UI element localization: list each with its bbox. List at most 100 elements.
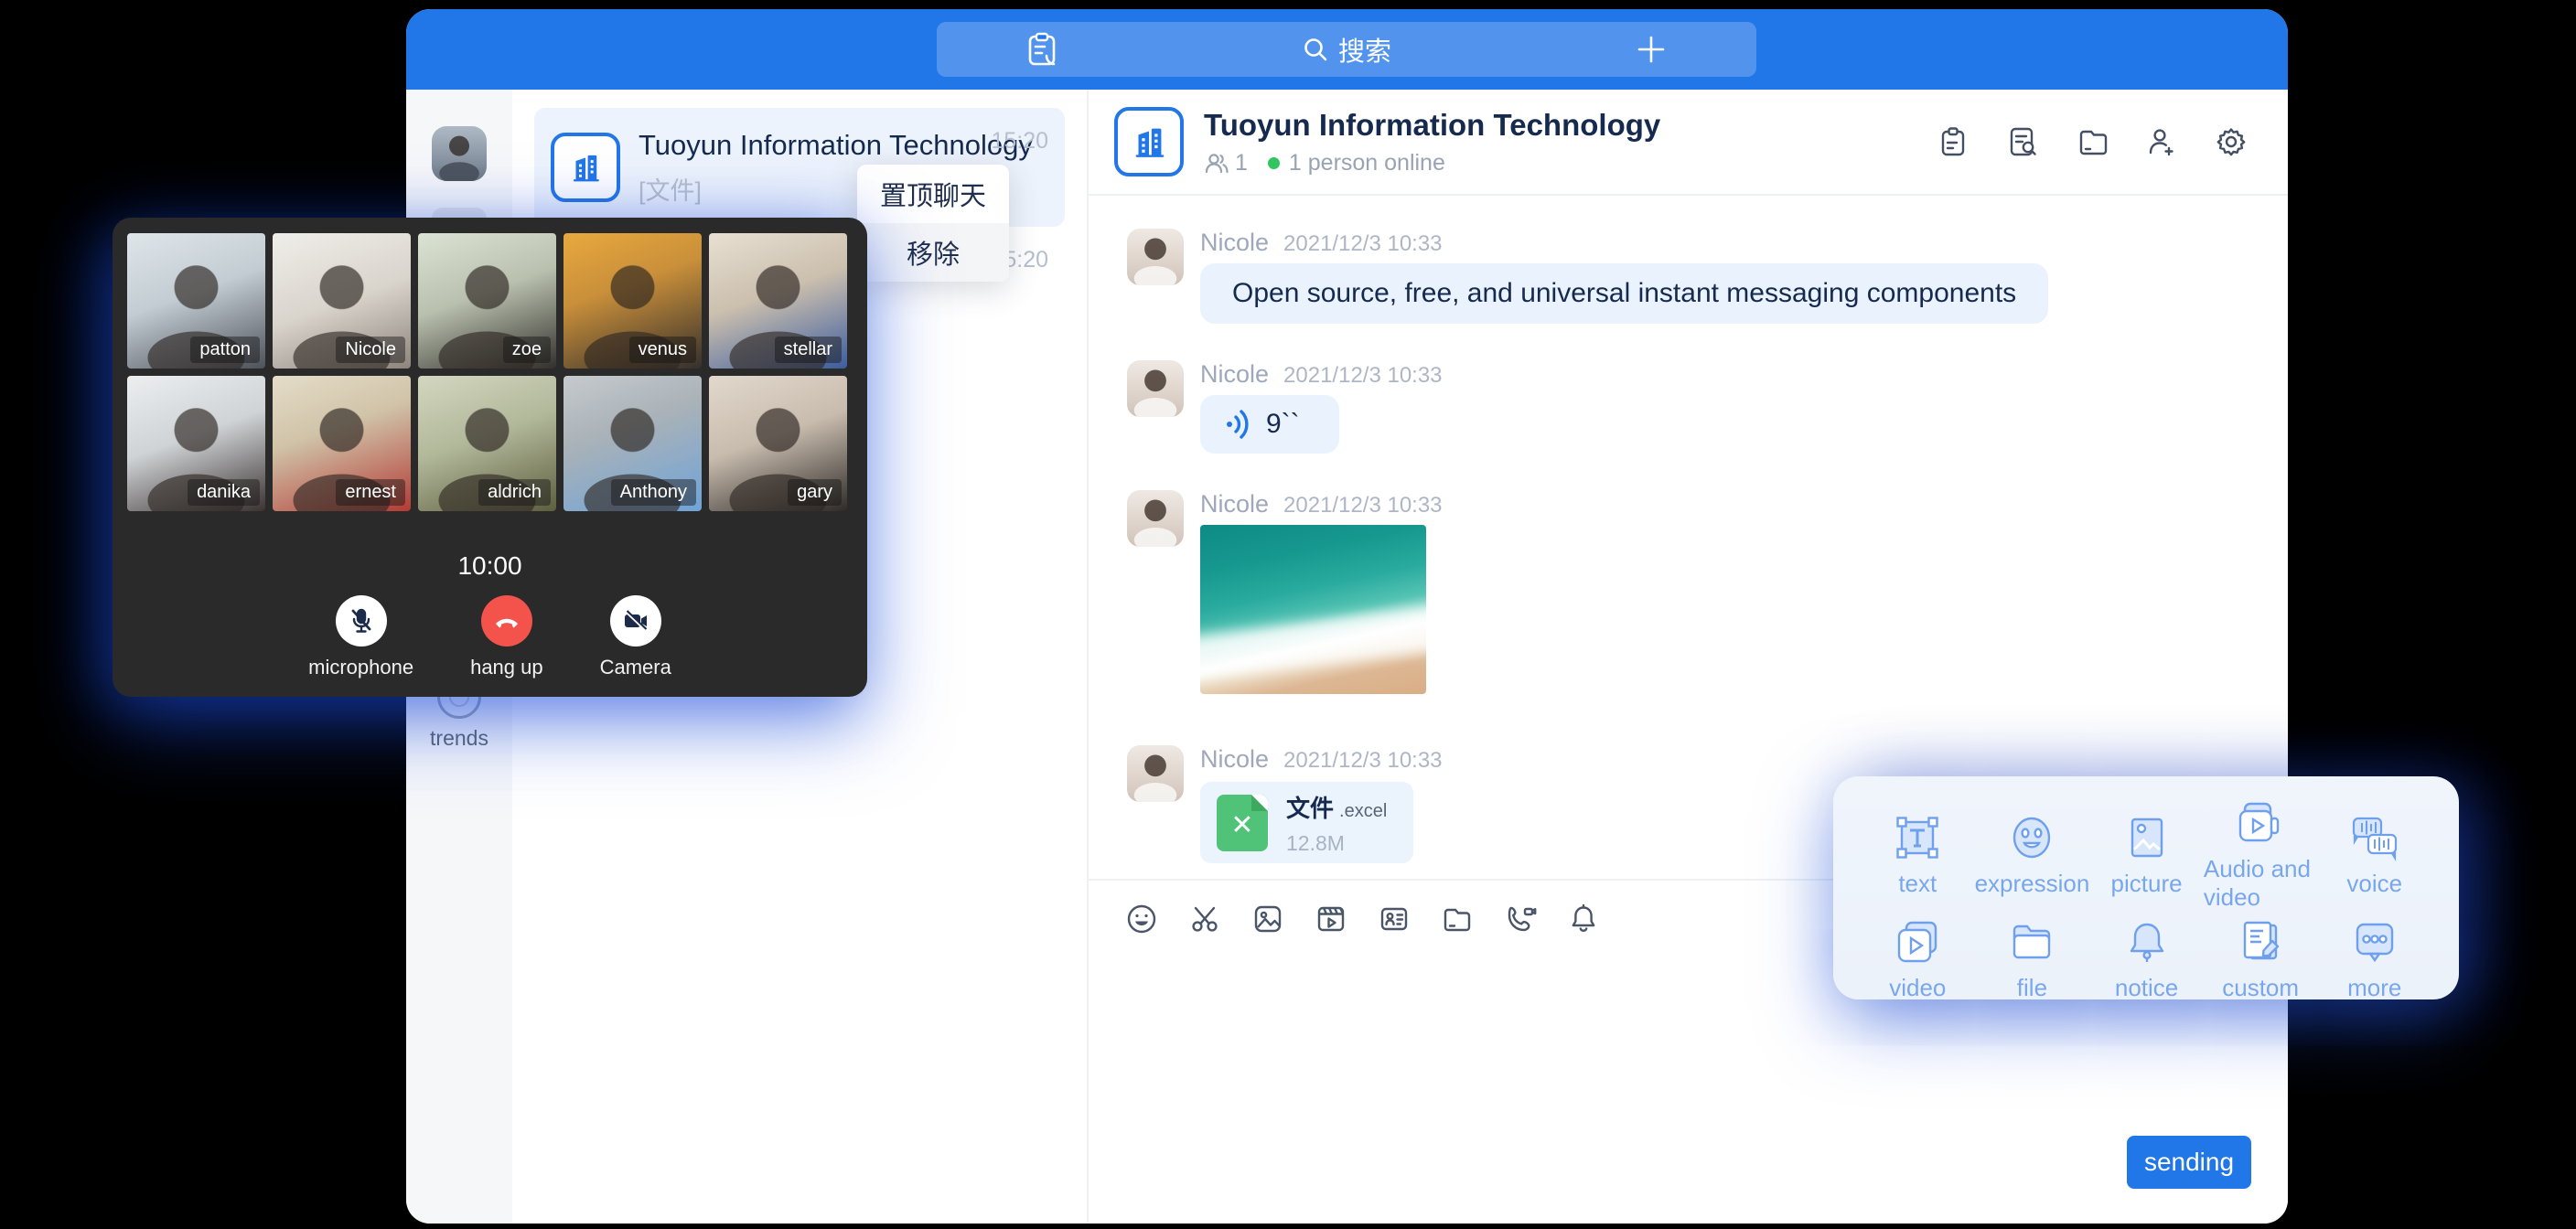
add-member-icon[interactable]: [2145, 125, 2178, 158]
participant-tile: aldrich: [418, 376, 556, 511]
send-button[interactable]: sending: [2127, 1136, 2251, 1189]
group-avatar: [551, 133, 620, 202]
emoji-icon[interactable]: [1125, 903, 1158, 935]
call-timer: 10:00: [127, 551, 853, 581]
attach-option-text[interactable]: text: [1861, 798, 1975, 912]
attach-option-expression[interactable]: expression: [1975, 798, 2090, 912]
file-size: 12.8M: [1286, 831, 1387, 856]
folder-icon[interactable]: [1441, 903, 1474, 935]
group-avatar: [1114, 107, 1184, 176]
plus-icon: [1637, 35, 1666, 64]
menu-item-pin-chat[interactable]: 置顶聊天: [857, 165, 1009, 223]
voice-wave-icon: [1224, 409, 1251, 440]
participant-tile: ernest: [273, 376, 411, 511]
image-icon[interactable]: [1251, 903, 1284, 935]
attach-option-label: Audio and video: [2204, 855, 2318, 912]
attach-option-label: text: [1898, 870, 1937, 898]
attach-option-label: notice: [2115, 974, 2178, 1002]
file-bubble[interactable]: 文件.excel 12.8M: [1200, 782, 1413, 863]
chat-header-actions: [1937, 125, 2248, 158]
image-bubble-beach-photo[interactable]: [1200, 525, 1426, 694]
message-time: 2021/12/3 10:33: [1283, 231, 1443, 257]
microphone-button[interactable]: microphone: [308, 595, 413, 679]
participant-tile: stellar: [709, 233, 847, 369]
participant-tile: danika: [127, 376, 265, 511]
attach-option-file[interactable]: file: [1975, 917, 2090, 1002]
attach-option-notice[interactable]: notice: [2089, 917, 2204, 1002]
notice-bell-icon: [2122, 917, 2172, 967]
attach-option-label: more: [2347, 974, 2401, 1002]
message-text: Nicole 2021/12/3 10:33 Open source, free…: [1127, 229, 2288, 324]
call-records-icon: [1026, 32, 1057, 67]
control-label: microphone: [308, 656, 413, 679]
sender-name: Nicole: [1200, 745, 1269, 774]
chat-title: Tuoyun Information Technology: [1204, 108, 1660, 143]
control-label: Camera: [600, 656, 671, 679]
voice-bubble[interactable]: 9``: [1200, 395, 1339, 454]
add-button[interactable]: [1546, 35, 1756, 64]
participant-tile: gary: [709, 376, 847, 511]
video-call-icon[interactable]: [1504, 903, 1537, 935]
participant-name: venus: [629, 337, 696, 363]
call-records-button[interactable]: [937, 32, 1147, 67]
attach-option-label: expression: [1975, 870, 2090, 898]
message-search-icon[interactable]: [2006, 125, 2039, 158]
menu-item-remove[interactable]: 移除: [857, 223, 1009, 282]
participant-name: Anthony: [611, 479, 696, 506]
notification-bell-icon[interactable]: [1567, 903, 1600, 935]
sender-name: Nicole: [1200, 490, 1269, 518]
participant-name: stellar: [775, 337, 842, 363]
hang-up-button[interactable]: hang up: [470, 595, 543, 679]
files-icon[interactable]: [2076, 125, 2109, 158]
participant-name: ernest: [336, 479, 405, 506]
expression-smiley-icon: [2007, 813, 2056, 862]
screenshot-scissors-icon[interactable]: [1188, 903, 1221, 935]
text-bubble[interactable]: Open source, free, and universal instant…: [1200, 263, 2048, 324]
attach-option-voice[interactable]: voice: [2317, 798, 2431, 912]
participant-tile: zoe: [418, 233, 556, 369]
user-avatar[interactable]: [432, 126, 487, 181]
board-icon[interactable]: [1937, 125, 1970, 158]
more-bubble-icon: [2350, 917, 2399, 967]
search-input[interactable]: 搜索: [1147, 30, 1546, 69]
attach-option-picture[interactable]: picture: [2089, 798, 2204, 912]
sender-avatar[interactable]: [1127, 360, 1184, 417]
attach-option-label: voice: [2346, 870, 2402, 898]
camera-button[interactable]: Camera: [600, 595, 671, 679]
participant-tile: patton: [127, 233, 265, 369]
attach-option-custom[interactable]: custom: [2204, 917, 2318, 1002]
file-ext: .excel: [1339, 801, 1387, 821]
excel-file-icon: [1217, 795, 1268, 851]
sender-avatar[interactable]: [1127, 745, 1184, 802]
camera-muted-icon: [622, 609, 649, 633]
chat-main: Tuoyun Information Technology 1 1 person…: [1089, 90, 2288, 1224]
participant-name: Nicole: [336, 337, 405, 363]
contact-card-icon[interactable]: [1378, 903, 1411, 935]
audio-video-icon: [2234, 798, 2287, 848]
attach-option-video[interactable]: video: [1861, 917, 1975, 1002]
sender-avatar[interactable]: [1127, 229, 1184, 285]
online-dot: [1268, 157, 1280, 169]
message-time: 2021/12/3 10:33: [1283, 493, 1443, 518]
message-time: 2021/12/3 10:33: [1283, 748, 1443, 774]
chat-header: Tuoyun Information Technology 1 1 person…: [1089, 90, 2288, 196]
building-icon: [566, 148, 605, 187]
picture-icon: [2122, 813, 2172, 862]
conversation-time: 15:20: [991, 128, 1048, 155]
sender-avatar[interactable]: [1127, 490, 1184, 547]
file-folder-icon: [2007, 917, 2056, 967]
attach-option-label: picture: [2111, 870, 2183, 898]
message-image: Nicole 2021/12/3 10:33: [1127, 490, 2288, 694]
attach-option-label: file: [2017, 974, 2047, 1002]
custom-doc-icon: [2236, 917, 2285, 967]
settings-gear-icon[interactable]: [2215, 125, 2248, 158]
attach-option-audio-video[interactable]: Audio and video: [2204, 798, 2318, 912]
trends-label: trends: [406, 726, 512, 751]
video-clip-icon[interactable]: [1315, 903, 1347, 935]
participant-tile: Nicole: [273, 233, 411, 369]
message-voice: Nicole 2021/12/3 10:33 9``: [1127, 360, 2288, 454]
participant-name: zoe: [503, 337, 551, 363]
attach-option-label: custom: [2222, 974, 2299, 1002]
call-controls: microphone hang up Camera: [127, 595, 853, 679]
attach-option-more[interactable]: more: [2317, 917, 2431, 1002]
